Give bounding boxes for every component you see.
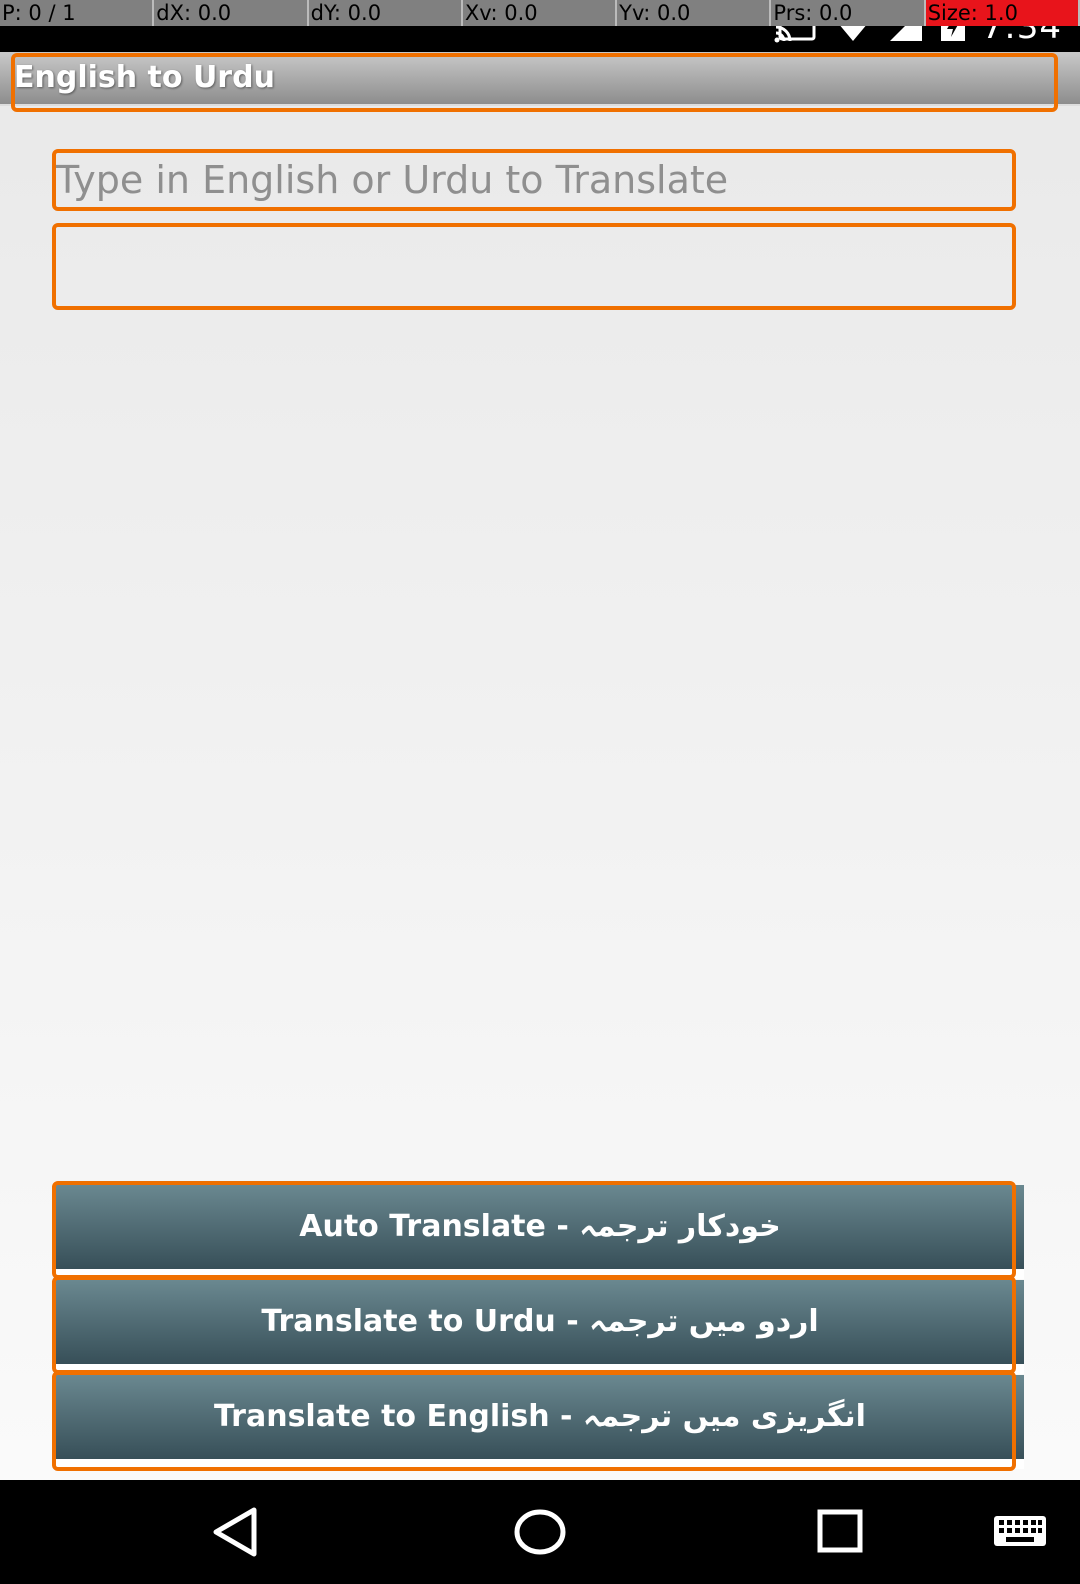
keyboard-icon[interactable] <box>992 1504 1052 1560</box>
home-icon[interactable] <box>510 1504 570 1560</box>
navigation-bar <box>0 1480 1080 1584</box>
title-highlight <box>11 53 1058 112</box>
pointer-dx: dX: 0.0 <box>154 0 309 26</box>
status-bar: 7:34 P: 0 / 1 dX: 0.0 dY: 0.0 Xv: 0.0 Yv… <box>0 0 1080 52</box>
pointer-location-overlay: P: 0 / 1 dX: 0.0 dY: 0.0 Xv: 0.0 Yv: 0.0… <box>0 0 1080 26</box>
back-icon[interactable] <box>206 1504 266 1560</box>
input-highlight <box>52 149 1016 211</box>
app-content: English to Urdu Auto Translate - خودکار … <box>0 52 1080 1480</box>
recents-icon[interactable] <box>812 1504 872 1560</box>
output-highlight <box>52 223 1016 310</box>
auto-button-highlight <box>52 1181 1016 1279</box>
english-button-highlight <box>52 1371 1016 1471</box>
pointer-xv: Xv: 0.0 <box>463 0 618 26</box>
pointer-yv: Yv: 0.0 <box>617 0 772 26</box>
pointer-dy: dY: 0.0 <box>309 0 463 26</box>
urdu-button-highlight <box>52 1276 1016 1374</box>
pointer-count: P: 0 / 1 <box>0 0 155 26</box>
pointer-size: Size: 1.0 <box>925 0 1080 26</box>
screen: 7:34 P: 0 / 1 dX: 0.0 dY: 0.0 Xv: 0.0 Yv… <box>0 0 1080 1584</box>
pointer-pressure: Prs: 0.0 <box>771 0 926 26</box>
